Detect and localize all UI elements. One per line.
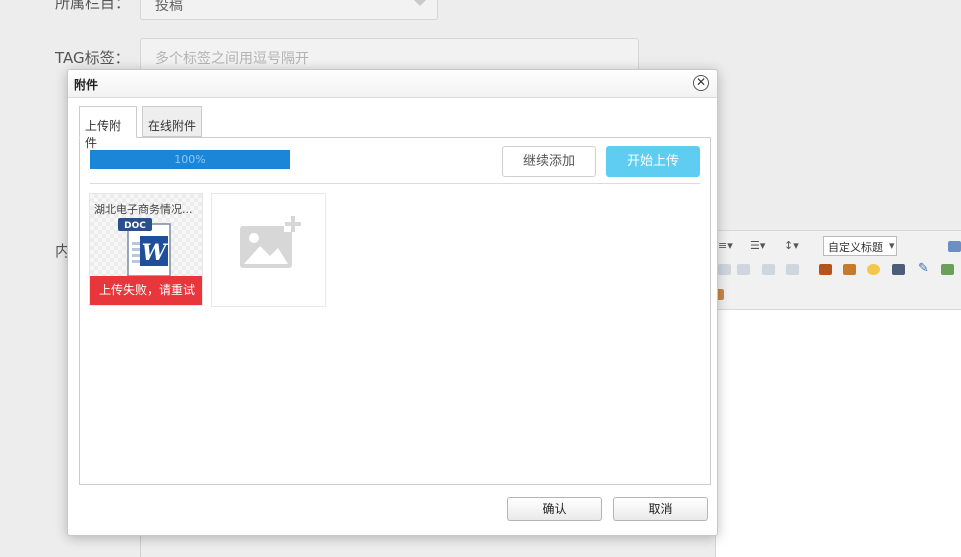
editor-body[interactable] — [715, 310, 961, 557]
category-label: 所属栏目： — [55, 0, 131, 12]
file-item[interactable]: 湖北电子商务情况... DOC W 上传失败，请重试 — [89, 193, 203, 306]
emotion-icon[interactable] — [867, 264, 880, 275]
justify-right-icon[interactable] — [762, 264, 775, 275]
tab-upload-attachment[interactable]: 上传附件 — [79, 106, 137, 150]
divider — [90, 183, 700, 184]
upload-progress-bar: 100% — [90, 150, 290, 169]
upload-error-status: 上传失败，请重试 — [90, 276, 202, 305]
close-icon[interactable]: ✕ — [693, 75, 709, 91]
chevron-down-icon[interactable]: ▾ — [889, 239, 895, 253]
justify-full-icon[interactable] — [786, 264, 799, 275]
attachment-icon[interactable]: ✎ — [918, 262, 929, 276]
word-doc-icon: DOC W — [118, 218, 171, 277]
preview-icon[interactable] — [948, 241, 961, 252]
justify-left-icon[interactable] — [718, 264, 731, 275]
cancel-button[interactable]: 取消 — [613, 497, 708, 521]
category-select-value: 投稿 — [155, 0, 183, 14]
justify-center-icon[interactable] — [737, 264, 750, 275]
tag-label: TAG标签： — [55, 49, 130, 67]
svg-text:W: W — [142, 240, 169, 266]
paragraph-style-value: 自定义标题 — [828, 241, 883, 254]
tab-online-attachment[interactable]: 在线附件 — [142, 106, 202, 137]
progress-label: 100% — [174, 153, 206, 166]
upload-panel: 100% 继续添加 开始上传 湖北电子商务情况... DOC W 上传失败，请重… — [79, 137, 711, 485]
confirm-button[interactable]: 确认 — [507, 497, 602, 521]
multi-image-icon[interactable] — [843, 264, 856, 275]
dialog-title: 附件 — [74, 78, 99, 92]
tab-label: 在线附件 — [148, 119, 197, 133]
add-image-icon — [240, 214, 302, 268]
continue-add-button[interactable]: 继续添加 — [502, 146, 596, 177]
dialog-header: 附件 ✕ — [68, 70, 717, 98]
category-select[interactable]: 投稿 — [140, 0, 438, 20]
start-upload-button[interactable]: 开始上传 — [606, 146, 700, 177]
line-height-icon[interactable]: ↕▾ — [784, 239, 799, 253]
attachment-dialog: 附件 ✕ 上传附件 在线附件 100% 继续添加 开始上传 湖北电子商务情况..… — [67, 69, 718, 536]
paragraph-style-select[interactable]: 自定义标题 — [823, 236, 897, 256]
align-icon[interactable]: ≡▾ — [718, 239, 733, 253]
add-file-tile[interactable] — [211, 193, 326, 307]
svg-text:DOC: DOC — [124, 221, 146, 231]
indent-icon[interactable]: ☰▾ — [750, 239, 765, 253]
image-icon[interactable] — [819, 264, 832, 275]
map-icon[interactable] — [941, 264, 954, 275]
chevron-down-icon — [413, 0, 427, 6]
file-name: 湖北电子商务情况... — [94, 203, 193, 216]
video-icon[interactable] — [892, 264, 905, 275]
